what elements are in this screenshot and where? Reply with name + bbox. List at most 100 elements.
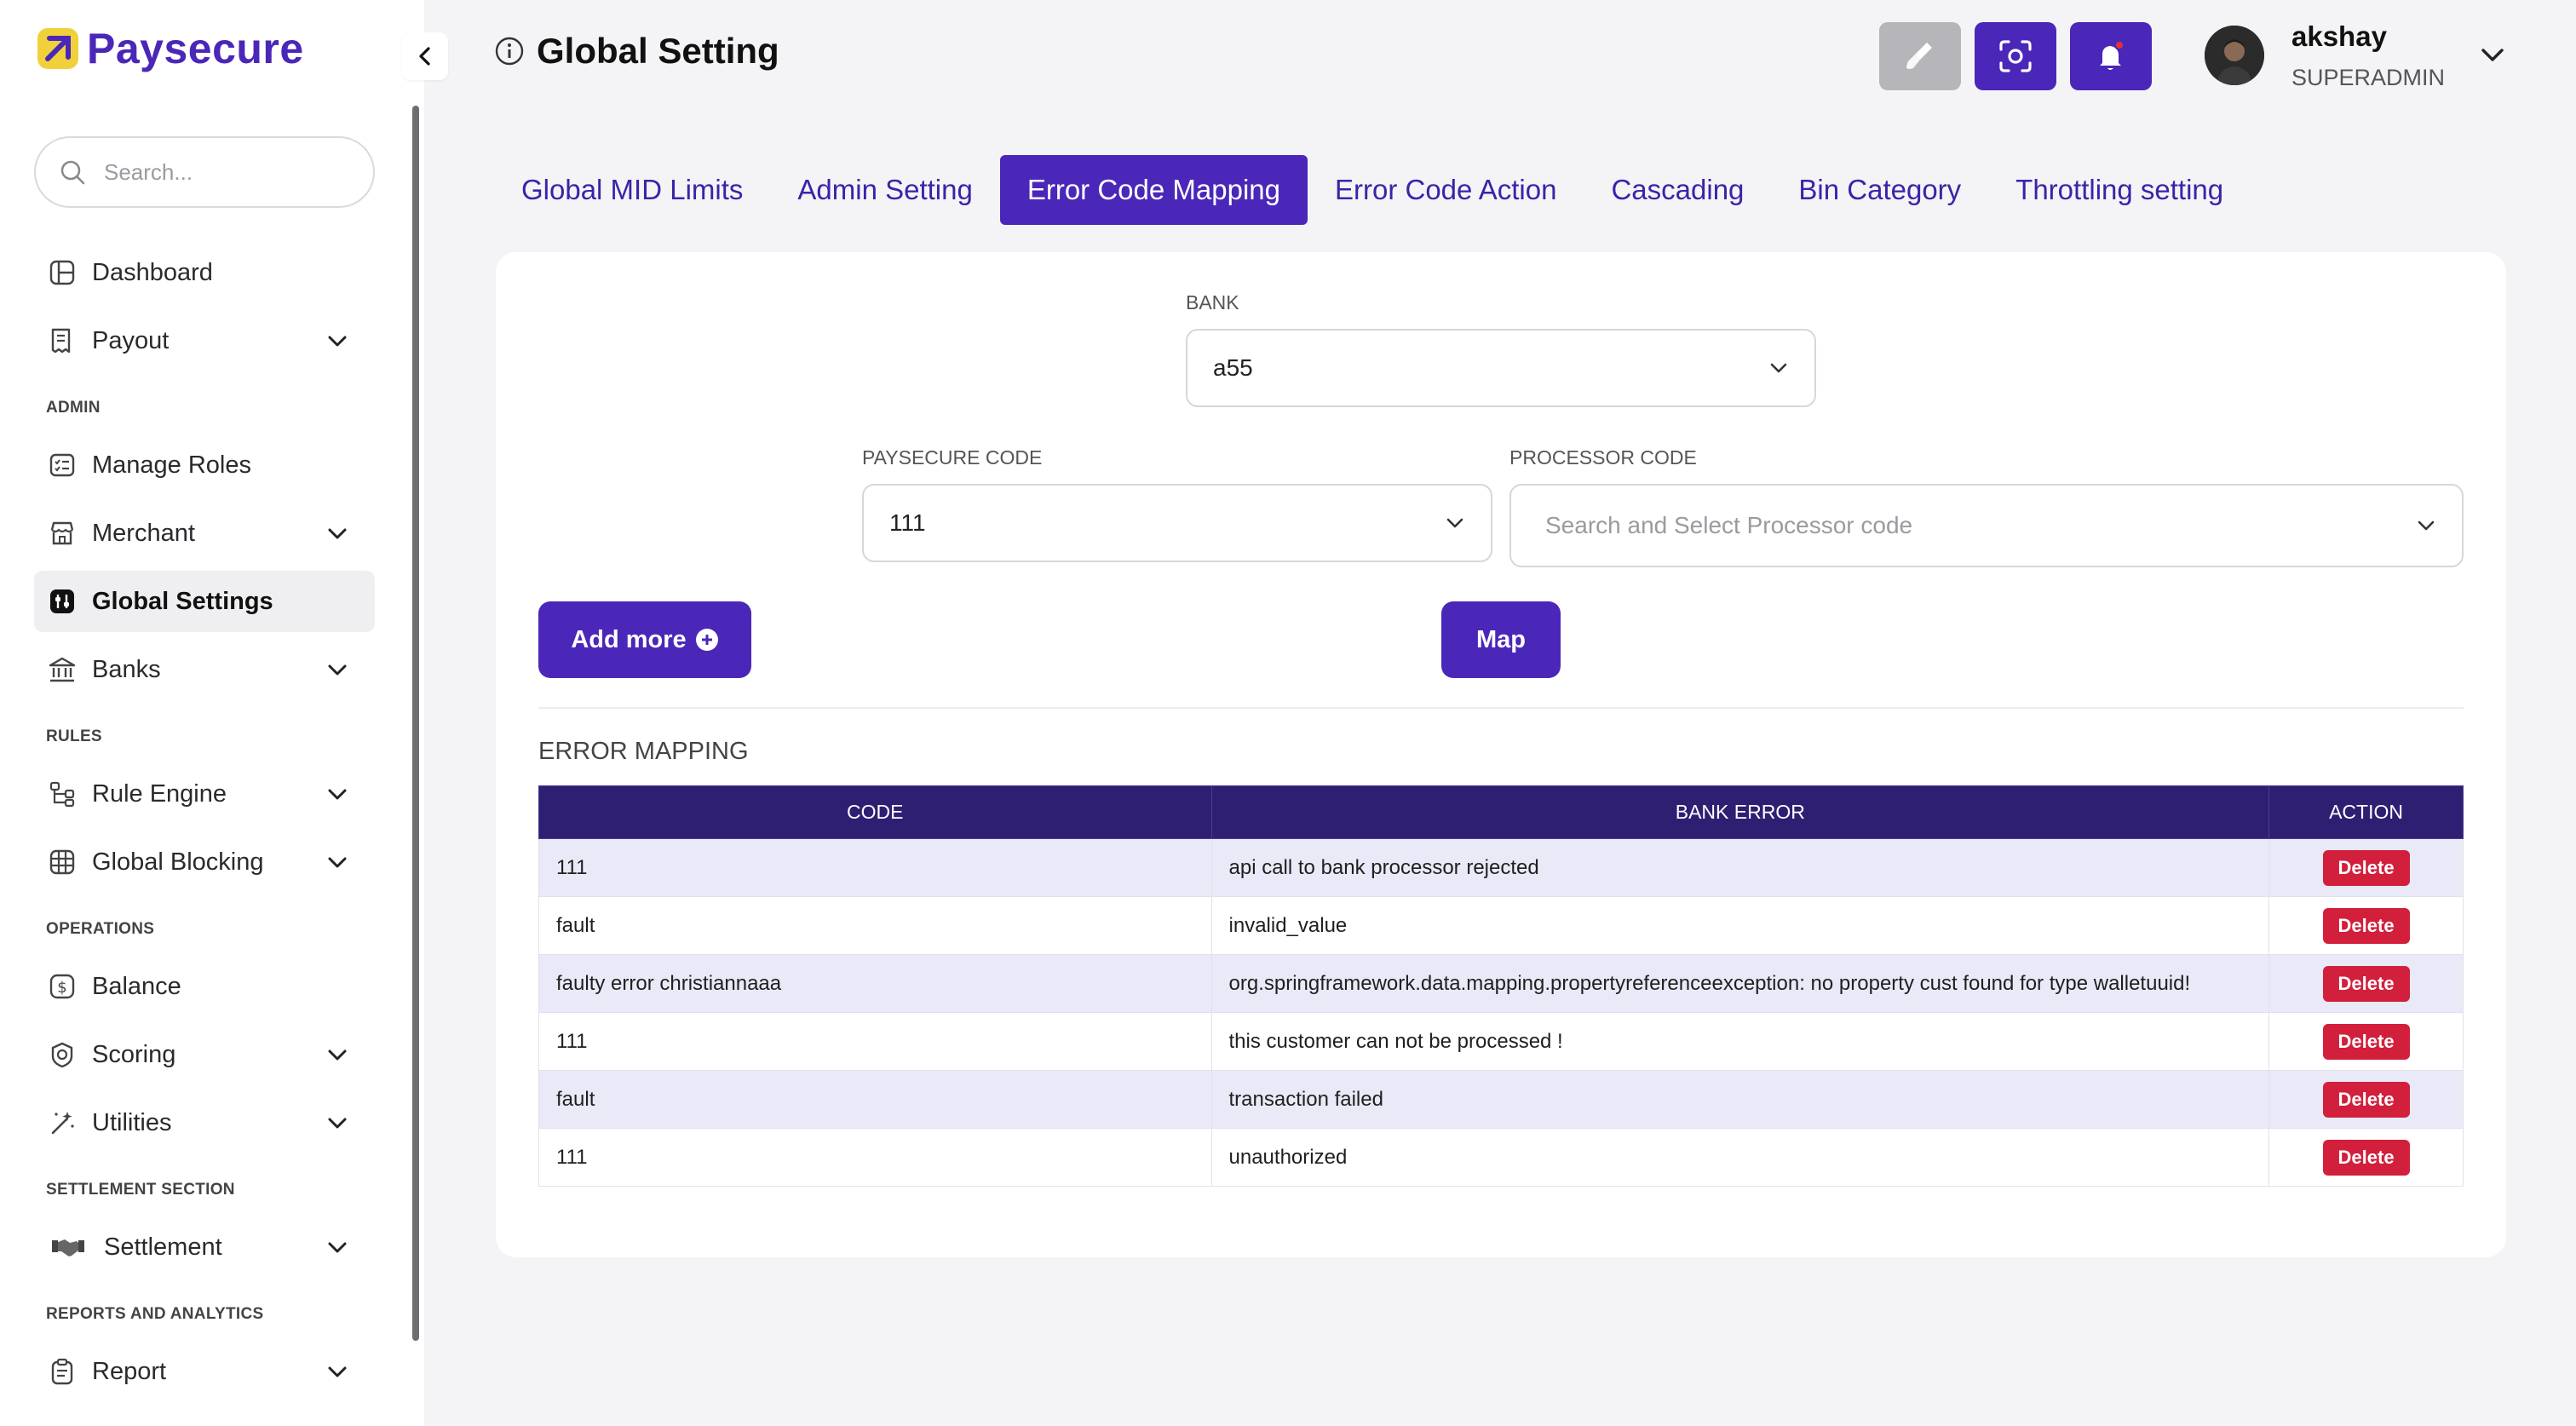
brand-logo[interactable]: Paysecure: [37, 24, 304, 73]
chevron-down-icon: [1446, 518, 1463, 528]
report-icon: [46, 1355, 78, 1388]
bank-select-value: a55: [1213, 354, 1253, 381]
notifications-button[interactable]: [2070, 22, 2152, 90]
section-rules: RULES: [46, 727, 102, 745]
chevron-down-icon[interactable]: [2477, 39, 2508, 70]
sidebar-item-dashboard[interactable]: Dashboard: [34, 242, 375, 303]
screenshot-button[interactable]: [1975, 22, 2056, 90]
sidebar: Paysecure Dashboard Payout ADMIN Manage …: [0, 0, 424, 1426]
settings-tabs: Global MID Limits Admin Setting Error Co…: [494, 155, 2251, 225]
bank-select[interactable]: a55: [1186, 329, 1816, 407]
map-button[interactable]: Map: [1441, 601, 1561, 678]
cell-bank-error: org.springframework.data.mapping.propert…: [1210, 954, 2270, 1013]
sidebar-item-label: Utilities: [92, 1108, 172, 1136]
checklist-icon: [46, 449, 78, 481]
error-code-mapping-card: BANK a55 PAYSECURE CODE 111 PROCESSOR CO…: [496, 252, 2506, 1257]
sidebar-item-settlement[interactable]: Settlement: [34, 1216, 375, 1278]
user-name[interactable]: akshay: [2291, 20, 2387, 53]
chevron-down-icon: [328, 1049, 347, 1061]
processor-code-select[interactable]: Search and Select Processor code: [1509, 484, 2464, 567]
column-header-code: CODE: [538, 785, 1212, 839]
sidebar-item-label: Rule Engine: [92, 779, 227, 808]
page-header: Global Setting: [494, 31, 779, 72]
dashboard-icon: [46, 256, 78, 289]
add-more-label: Add more: [571, 625, 687, 653]
column-header-bank-error: BANK ERROR: [1210, 785, 2270, 839]
sidebar-item-label: Global Settings: [92, 587, 273, 615]
chevron-down-icon: [328, 789, 347, 800]
sidebar-item-balance[interactable]: $ Balance: [34, 956, 375, 1017]
flow-tree-icon: [46, 778, 78, 810]
tab-cascading[interactable]: Cascading: [1584, 155, 1771, 225]
sidebar-item-merchant[interactable]: Merchant: [34, 503, 375, 564]
add-more-button[interactable]: Add more: [538, 601, 751, 678]
table-row: 111 api call to bank processor rejected …: [538, 838, 2464, 897]
sidebar-item-scoring[interactable]: Scoring: [34, 1024, 375, 1085]
tab-throttling-setting[interactable]: Throttling setting: [1988, 155, 2251, 225]
table-row: 111 unauthorized Delete: [538, 1128, 2464, 1187]
sidebar-item-label: Banks: [92, 655, 161, 683]
tab-bin-category[interactable]: Bin Category: [1771, 155, 1988, 225]
column-header-action: ACTION: [2268, 785, 2464, 839]
avatar[interactable]: [2205, 26, 2264, 85]
sidebar-item-payout[interactable]: Payout: [34, 310, 375, 371]
broom-icon: [1906, 43, 1932, 69]
cell-code: 111: [538, 838, 1212, 897]
table-row: fault invalid_value Delete: [538, 896, 2464, 955]
cell-code: fault: [538, 896, 1212, 955]
delete-button[interactable]: Delete: [2322, 1081, 2410, 1118]
sidebar-item-report[interactable]: Report: [34, 1341, 375, 1402]
info-icon[interactable]: [494, 36, 525, 66]
sidebar-scrollbar[interactable]: [412, 106, 419, 1341]
chevron-down-icon: [328, 336, 347, 347]
settings-sliders-icon: [46, 585, 78, 618]
paysecure-code-select[interactable]: 111: [862, 484, 1492, 562]
tab-error-code-action[interactable]: Error Code Action: [1308, 155, 1584, 225]
sidebar-item-label: Dashboard: [92, 258, 213, 286]
sidebar-item-global-settings[interactable]: Global Settings: [34, 571, 375, 632]
table-row: 111 this customer can not be processed !…: [538, 1012, 2464, 1071]
chevron-down-icon: [328, 664, 347, 676]
sidebar-item-global-blocking[interactable]: Global Blocking: [34, 831, 375, 893]
page-title: Global Setting: [537, 31, 779, 71]
user-avatar-icon: [2205, 26, 2264, 85]
search-input[interactable]: [104, 158, 359, 186]
search-icon: [60, 160, 85, 185]
tab-admin-setting[interactable]: Admin Setting: [770, 155, 999, 225]
grid-block-icon: [46, 846, 78, 878]
user-role: SUPERADMIN: [2291, 65, 2446, 90]
cell-bank-error: invalid_value: [1210, 896, 2270, 955]
sidebar-item-utilities[interactable]: Utilities: [34, 1092, 375, 1153]
sidebar-search[interactable]: [34, 136, 375, 208]
delete-button[interactable]: Delete: [2322, 1023, 2410, 1060]
tab-error-code-mapping[interactable]: Error Code Mapping: [999, 155, 1308, 225]
delete-button[interactable]: Delete: [2322, 965, 2410, 1002]
delete-button[interactable]: Delete: [2322, 849, 2410, 886]
section-admin: ADMIN: [46, 399, 101, 417]
cell-bank-error: unauthorized: [1210, 1128, 2270, 1187]
bank-label: BANK: [1186, 291, 1239, 313]
cell-action: Delete: [2268, 954, 2464, 1013]
paysecure-code-value: 111: [889, 509, 926, 536]
cell-bank-error: this customer can not be processed !: [1210, 1012, 2270, 1071]
chevron-down-icon: [328, 1242, 347, 1253]
sidebar-item-manage-roles[interactable]: Manage Roles: [34, 434, 375, 496]
cell-code: 111: [538, 1128, 1212, 1187]
dollar-icon: $: [46, 970, 78, 1003]
cell-bank-error: transaction failed: [1210, 1070, 2270, 1129]
brand-name: Paysecure: [87, 25, 304, 72]
chevron-down-icon: [328, 1118, 347, 1129]
sidebar-item-label: Payout: [92, 326, 170, 354]
sidebar-item-banks[interactable]: Banks: [34, 639, 375, 700]
sidebar-item-label: Merchant: [92, 519, 195, 547]
tab-global-mid-limits[interactable]: Global MID Limits: [494, 155, 770, 225]
delete-button[interactable]: Delete: [2322, 1139, 2410, 1176]
sidebar-item-label: Manage Roles: [92, 451, 251, 479]
sidebar-item-label: Scoring: [92, 1040, 176, 1068]
collapse-sidebar-button[interactable]: [402, 32, 448, 80]
sidebar-item-rule-engine[interactable]: Rule Engine: [34, 763, 375, 825]
clear-cache-button[interactable]: [1879, 22, 1961, 90]
delete-button[interactable]: Delete: [2322, 907, 2410, 944]
table-row: faulty error christiannaaa org.springfra…: [538, 954, 2464, 1013]
section-settlement: SETTLEMENT SECTION: [46, 1181, 235, 1199]
